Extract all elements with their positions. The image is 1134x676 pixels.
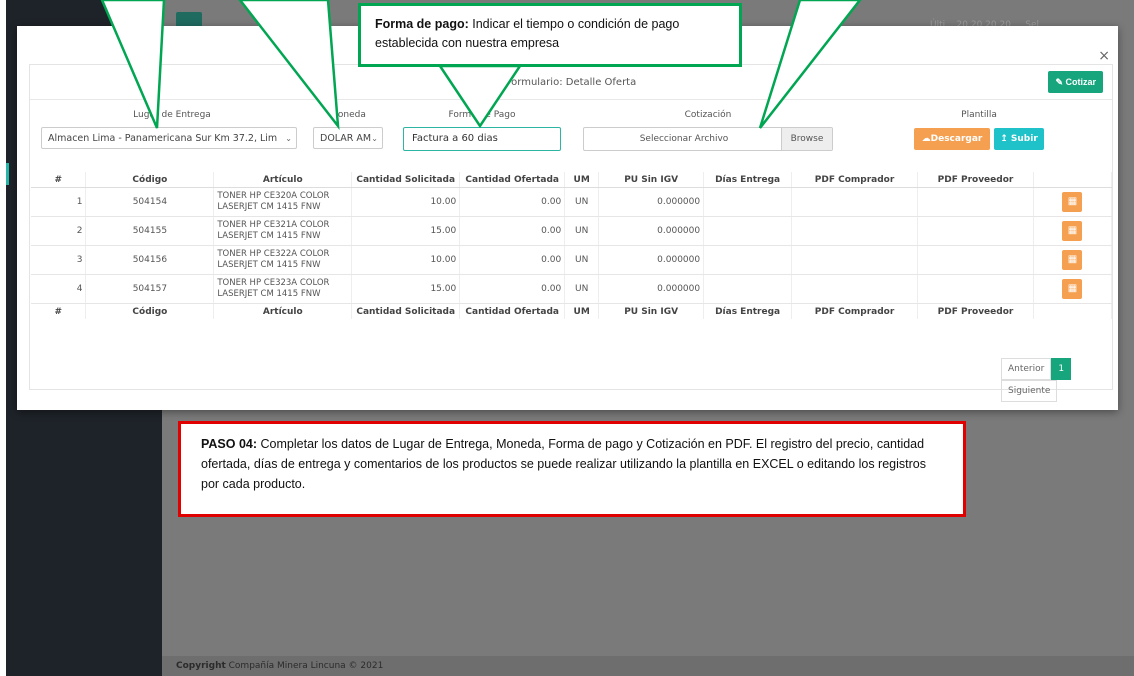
callout-bottom-text: Completar los datos de Lugar de Entrega,…: [201, 437, 926, 491]
callout-bottom-title: PASO 04:: [201, 437, 258, 451]
arrow-forma-pago: [437, 64, 523, 129]
arrow-lugar-entrega: [100, 0, 166, 129]
callout-arrows: [100, 0, 862, 131]
callout-top-title: Forma de pago:: [375, 17, 469, 31]
paso-04-callout: PASO 04: Completar los datos de Lugar de…: [178, 421, 966, 517]
forma-pago-callout: Forma de pago: Indicar el tiempo o condi…: [358, 3, 742, 67]
arrow-cotizacion: [758, 0, 862, 129]
arrow-moneda: [238, 0, 340, 131]
